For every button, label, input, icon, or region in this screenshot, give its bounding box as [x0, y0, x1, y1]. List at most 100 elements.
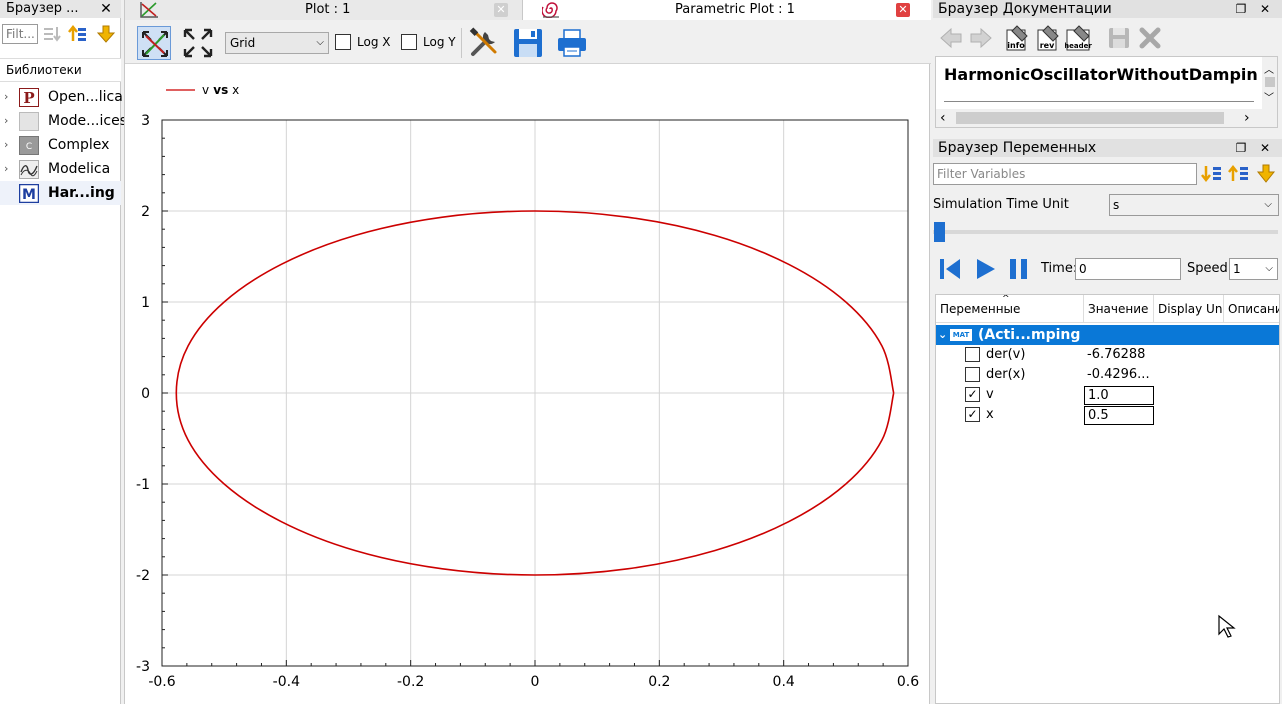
- close-icon[interactable]: ✕: [494, 3, 508, 17]
- column-header-value[interactable]: Значение: [1084, 295, 1154, 323]
- pause-icon[interactable]: [1006, 256, 1032, 282]
- doc-divider: [944, 101, 1254, 102]
- x-tick-label: 0: [531, 674, 540, 690]
- variable-row[interactable]: ✓ x 0.5: [936, 405, 1279, 425]
- chevron-right-icon[interactable]: ›: [4, 85, 8, 109]
- result-group-row[interactable]: ⌄ MAT (Acti...mping: [936, 325, 1279, 345]
- doc-vertical-scrollbar[interactable]: ︿ ﹀: [1262, 57, 1277, 109]
- chart-grid: [161, 119, 909, 667]
- variable-checkbox[interactable]: [965, 347, 980, 362]
- speed-select[interactable]: 1 ⌵: [1229, 258, 1278, 280]
- chevron-down-icon: ⌵: [1264, 199, 1272, 210]
- chevron-right-icon[interactable]: ›: [4, 157, 8, 181]
- sort-descending-icon[interactable]: [1201, 164, 1223, 184]
- doc-horizontal-scrollbar[interactable]: ‹ ›: [936, 109, 1277, 127]
- header-icon[interactable]: header: [1065, 24, 1093, 52]
- print-icon[interactable]: [555, 26, 589, 60]
- float-window-icon[interactable]: ❐: [1233, 1, 1249, 17]
- sort-ascending-icon[interactable]: [1228, 164, 1250, 184]
- tab-label: Parametric Plot : 1: [675, 2, 795, 17]
- tab-plot-1[interactable]: Plot : 1 ✕: [125, 0, 523, 20]
- grid-select-value: Grid: [230, 36, 256, 50]
- doc-viewer[interactable]: HarmonicOscillatorWithoutDampin ︿ ﹀ ‹ ›: [935, 56, 1278, 128]
- delete-icon[interactable]: [1136, 24, 1164, 52]
- library-browser-panel: Браузер ... ✕ Filt... Библиотеки › P Ope…: [0, 0, 127, 704]
- variable-value-input[interactable]: 0.5: [1084, 406, 1154, 425]
- column-header-description[interactable]: Описани: [1224, 295, 1279, 323]
- chart-legend: v vs x: [166, 83, 239, 97]
- chevron-right-icon[interactable]: ›: [4, 133, 8, 157]
- doc-browser-title: Браузер Документации: [938, 1, 1112, 17]
- time-slider-handle[interactable]: [934, 222, 945, 242]
- variable-row[interactable]: ✓ v 1.0: [936, 385, 1279, 405]
- variable-value-input[interactable]: 1.0: [1084, 386, 1154, 405]
- chart-ticks: -0.6 -0.4 -0.2 0 0.2 0.4 0.6 3 2 1 0 -1 -2 -3: [136, 113, 919, 690]
- expand-icon[interactable]: [181, 26, 215, 60]
- sim-time-unit-select[interactable]: s ⌵: [1109, 194, 1279, 216]
- svg-text:info: info: [1007, 41, 1025, 50]
- save-icon[interactable]: [511, 26, 545, 60]
- scrollbar-thumb[interactable]: [956, 112, 1224, 124]
- back-arrow-icon[interactable]: [937, 24, 965, 52]
- rewind-icon[interactable]: [937, 256, 963, 282]
- log-x-checkbox[interactable]: [335, 34, 351, 50]
- variable-checkbox[interactable]: [965, 367, 980, 382]
- y-tick-label: 0: [141, 386, 150, 402]
- close-icon[interactable]: ✕: [896, 3, 910, 17]
- scrollbar-thumb[interactable]: [1265, 77, 1275, 87]
- save-icon[interactable]: [1105, 24, 1133, 52]
- close-icon[interactable]: ✕: [1257, 140, 1273, 156]
- library-item-modelica-devices[interactable]: › Mode...ices: [0, 109, 127, 133]
- variable-row[interactable]: der(v) -6.76288: [936, 345, 1279, 365]
- var-browser-title: Браузер Переменных: [938, 140, 1097, 156]
- x-tick-label: 0.4: [773, 674, 795, 690]
- setup-tools-icon[interactable]: [467, 26, 501, 60]
- toolbar-separator: [461, 28, 462, 58]
- forward-arrow-icon[interactable]: [967, 24, 995, 52]
- arrow-down-icon[interactable]: [96, 24, 116, 44]
- y-tick-label: 2: [141, 204, 150, 220]
- column-header-variables[interactable]: Переменные ^: [936, 295, 1084, 323]
- plot-toolbar: Grid ⌵ Log X Log Y: [125, 20, 931, 64]
- filter-variables-input[interactable]: Filter Variables: [933, 163, 1197, 185]
- fit-in-view-icon[interactable]: [137, 26, 171, 60]
- x-tick-label: -0.4: [273, 674, 300, 690]
- variable-checkbox[interactable]: ✓: [965, 387, 980, 402]
- y-tick-label: -3: [136, 659, 150, 675]
- chevron-down-icon[interactable]: ﹀: [1264, 89, 1274, 104]
- revisions-icon[interactable]: rev: [1034, 24, 1062, 52]
- arrow-down-icon[interactable]: [1255, 163, 1277, 185]
- tab-parametric-plot-1[interactable]: Parametric Plot : 1 ✕: [525, 0, 931, 20]
- library-item-modelica[interactable]: › Modelica: [0, 157, 121, 181]
- chevron-up-icon[interactable]: ︿: [1264, 61, 1274, 76]
- close-icon[interactable]: ✕: [98, 0, 114, 18]
- play-icon[interactable]: [973, 256, 999, 282]
- sort-ascending-icon[interactable]: [68, 25, 88, 43]
- column-header-display-unit[interactable]: Display Un: [1154, 295, 1224, 323]
- variable-row[interactable]: der(x) -0.4296...: [936, 365, 1279, 385]
- log-y-checkbox[interactable]: [401, 34, 417, 50]
- library-item-complex[interactable]: › C Complex: [0, 133, 121, 157]
- chevron-right-icon[interactable]: ›: [1244, 109, 1250, 127]
- grid-select[interactable]: Grid ⌵: [225, 32, 329, 54]
- chevron-right-icon[interactable]: ›: [4, 109, 8, 133]
- x-tick-label: 0.2: [648, 674, 670, 690]
- library-item-harmonic-oscillator[interactable]: M Har...ing: [0, 181, 121, 205]
- libraries-header: Библиотеки: [0, 58, 121, 82]
- variable-value: -0.4296...: [1087, 367, 1150, 382]
- library-item-openmodelica[interactable]: › P Open...lica: [0, 85, 123, 109]
- time-input[interactable]: 0: [1075, 258, 1181, 280]
- float-window-icon[interactable]: ❐: [1233, 140, 1249, 156]
- parametric-plot-chart[interactable]: -0.6 -0.4 -0.2 0 0.2 0.4 0.6 3 2 1 0 -1 -2 -3 v vs x: [125, 64, 931, 704]
- info-icon[interactable]: info: [1003, 24, 1031, 52]
- library-item-label: Modelica: [48, 161, 111, 177]
- close-icon[interactable]: ✕: [1257, 1, 1273, 17]
- variable-checkbox[interactable]: ✓: [965, 407, 980, 422]
- time-slider-track[interactable]: [933, 230, 1278, 234]
- library-filter-input[interactable]: Filt...: [2, 24, 38, 44]
- chevron-down-icon[interactable]: ⌄: [938, 325, 947, 345]
- log-x-label: Log X: [357, 35, 391, 49]
- sort-list-icon[interactable]: [42, 25, 62, 43]
- chevron-left-icon[interactable]: ‹: [940, 109, 946, 127]
- chevron-down-icon: ⌵: [1265, 263, 1273, 274]
